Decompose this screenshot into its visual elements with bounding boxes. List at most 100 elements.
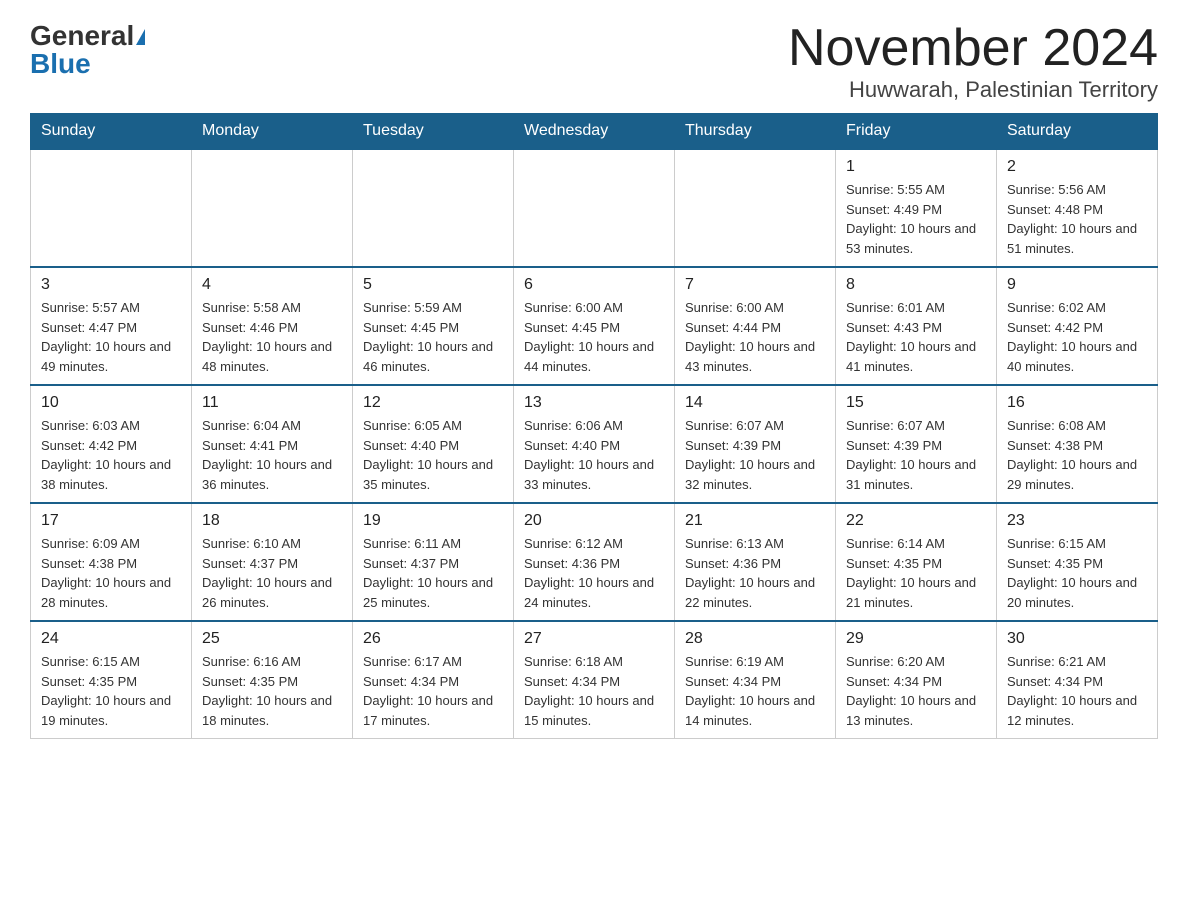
calendar-cell <box>514 149 675 267</box>
day-info: Sunrise: 5:56 AM Sunset: 4:48 PM Dayligh… <box>1007 180 1147 258</box>
calendar-cell: 30 Sunrise: 6:21 AM Sunset: 4:34 PM Dayli… <box>997 621 1158 739</box>
day-number: 7 <box>685 276 825 294</box>
day-info: Sunrise: 6:13 AM Sunset: 4:36 PM Dayligh… <box>685 534 825 612</box>
day-info: Sunrise: 6:15 AM Sunset: 4:35 PM Dayligh… <box>41 652 181 730</box>
calendar-cell <box>192 149 353 267</box>
calendar-cell: 11 Sunrise: 6:04 AM Sunset: 4:41 PM Dayli… <box>192 385 353 503</box>
day-info: Sunrise: 6:14 AM Sunset: 4:35 PM Dayligh… <box>846 534 986 612</box>
calendar-week-row: 10 Sunrise: 6:03 AM Sunset: 4:42 PM Dayli… <box>31 385 1158 503</box>
day-info: Sunrise: 6:07 AM Sunset: 4:39 PM Dayligh… <box>685 416 825 494</box>
calendar-table: SundayMondayTuesdayWednesdayThursdayFrid… <box>30 113 1158 739</box>
day-info: Sunrise: 6:03 AM Sunset: 4:42 PM Dayligh… <box>41 416 181 494</box>
calendar-cell: 13Sunrise: 6:06 AM Sunset: 4:40 PM Dayli… <box>514 385 675 503</box>
calendar-cell: 24 Sunrise: 6:15 AM Sunset: 4:35 PM Dayli… <box>31 621 192 739</box>
calendar-cell: 1 Sunrise: 5:55 AM Sunset: 4:49 PM Daylig… <box>836 149 997 267</box>
day-number: 3 <box>41 276 181 294</box>
calendar-day-header: Sunday <box>31 114 192 150</box>
day-info: Sunrise: 6:05 AM Sunset: 4:40 PM Dayligh… <box>363 416 503 494</box>
calendar-cell: 10 Sunrise: 6:03 AM Sunset: 4:42 PM Dayli… <box>31 385 192 503</box>
day-info: Sunrise: 6:04 AM Sunset: 4:41 PM Dayligh… <box>202 416 342 494</box>
day-info: Sunrise: 5:55 AM Sunset: 4:49 PM Dayligh… <box>846 180 986 258</box>
logo-triangle-icon <box>136 29 145 45</box>
day-number: 10 <box>41 394 181 412</box>
logo-blue-text: Blue <box>30 48 91 80</box>
day-info: Sunrise: 6:08 AM Sunset: 4:38 PM Dayligh… <box>1007 416 1147 494</box>
day-number: 1 <box>846 158 986 176</box>
calendar-cell: 20 Sunrise: 6:12 AM Sunset: 4:36 PM Dayli… <box>514 503 675 621</box>
calendar-cell: 7 Sunrise: 6:00 AM Sunset: 4:44 PM Daylig… <box>675 267 836 385</box>
calendar-day-header: Tuesday <box>353 114 514 150</box>
calendar-day-header: Wednesday <box>514 114 675 150</box>
day-info: Sunrise: 6:16 AM Sunset: 4:35 PM Dayligh… <box>202 652 342 730</box>
calendar-cell: 17 Sunrise: 6:09 AM Sunset: 4:38 PM Dayli… <box>31 503 192 621</box>
day-number: 26 <box>363 630 503 648</box>
calendar-day-header: Thursday <box>675 114 836 150</box>
calendar-week-row: 17 Sunrise: 6:09 AM Sunset: 4:38 PM Dayli… <box>31 503 1158 621</box>
day-info: Sunrise: 6:17 AM Sunset: 4:34 PM Dayligh… <box>363 652 503 730</box>
day-number: 20 <box>524 512 664 530</box>
day-info: Sunrise: 6:12 AM Sunset: 4:36 PM Dayligh… <box>524 534 664 612</box>
day-number: 28 <box>685 630 825 648</box>
calendar-cell: 8Sunrise: 6:01 AM Sunset: 4:43 PM Daylig… <box>836 267 997 385</box>
day-number: 12 <box>363 394 503 412</box>
day-number: 16 <box>1007 394 1147 412</box>
calendar-cell: 27 Sunrise: 6:18 AM Sunset: 4:34 PM Dayli… <box>514 621 675 739</box>
day-info: Sunrise: 6:18 AM Sunset: 4:34 PM Dayligh… <box>524 652 664 730</box>
calendar-cell: 22 Sunrise: 6:14 AM Sunset: 4:35 PM Dayli… <box>836 503 997 621</box>
day-number: 5 <box>363 276 503 294</box>
day-info: Sunrise: 6:15 AM Sunset: 4:35 PM Dayligh… <box>1007 534 1147 612</box>
day-number: 30 <box>1007 630 1147 648</box>
logo: General Blue <box>30 20 145 80</box>
day-number: 25 <box>202 630 342 648</box>
day-info: Sunrise: 6:10 AM Sunset: 4:37 PM Dayligh… <box>202 534 342 612</box>
calendar-header-row: SundayMondayTuesdayWednesdayThursdayFrid… <box>31 114 1158 150</box>
day-number: 24 <box>41 630 181 648</box>
calendar-week-row: 1 Sunrise: 5:55 AM Sunset: 4:49 PM Daylig… <box>31 149 1158 267</box>
day-number: 22 <box>846 512 986 530</box>
day-info: Sunrise: 6:09 AM Sunset: 4:38 PM Dayligh… <box>41 534 181 612</box>
day-number: 17 <box>41 512 181 530</box>
day-number: 29 <box>846 630 986 648</box>
page-title: November 2024 <box>788 20 1158 77</box>
calendar-cell <box>31 149 192 267</box>
calendar-cell: 25 Sunrise: 6:16 AM Sunset: 4:35 PM Dayli… <box>192 621 353 739</box>
day-number: 21 <box>685 512 825 530</box>
day-info: Sunrise: 6:07 AM Sunset: 4:39 PM Dayligh… <box>846 416 986 494</box>
calendar-cell: 6Sunrise: 6:00 AM Sunset: 4:45 PM Daylig… <box>514 267 675 385</box>
page-header: General Blue November 2024 Huwwarah, Pal… <box>30 20 1158 103</box>
day-number: 27 <box>524 630 664 648</box>
title-block: November 2024 Huwwarah, Palestinian Terr… <box>788 20 1158 103</box>
calendar-cell: 26 Sunrise: 6:17 AM Sunset: 4:34 PM Dayli… <box>353 621 514 739</box>
calendar-cell <box>675 149 836 267</box>
day-number: 11 <box>202 394 342 412</box>
day-number: 4 <box>202 276 342 294</box>
calendar-day-header: Friday <box>836 114 997 150</box>
day-info: Sunrise: 6:20 AM Sunset: 4:34 PM Dayligh… <box>846 652 986 730</box>
calendar-cell: 29 Sunrise: 6:20 AM Sunset: 4:34 PM Dayli… <box>836 621 997 739</box>
day-number: 19 <box>363 512 503 530</box>
calendar-cell: 21 Sunrise: 6:13 AM Sunset: 4:36 PM Dayli… <box>675 503 836 621</box>
day-number: 18 <box>202 512 342 530</box>
day-info: Sunrise: 5:57 AM Sunset: 4:47 PM Dayligh… <box>41 298 181 376</box>
calendar-cell <box>353 149 514 267</box>
calendar-day-header: Saturday <box>997 114 1158 150</box>
day-info: Sunrise: 6:06 AM Sunset: 4:40 PM Dayligh… <box>524 416 664 494</box>
day-number: 23 <box>1007 512 1147 530</box>
calendar-cell: 5 Sunrise: 5:59 AM Sunset: 4:45 PM Daylig… <box>353 267 514 385</box>
calendar-cell: 12 Sunrise: 6:05 AM Sunset: 4:40 PM Dayli… <box>353 385 514 503</box>
calendar-cell: 19Sunrise: 6:11 AM Sunset: 4:37 PM Dayli… <box>353 503 514 621</box>
day-number: 15 <box>846 394 986 412</box>
day-number: 2 <box>1007 158 1147 176</box>
calendar-day-header: Monday <box>192 114 353 150</box>
calendar-cell: 18 Sunrise: 6:10 AM Sunset: 4:37 PM Dayli… <box>192 503 353 621</box>
calendar-cell: 15 Sunrise: 6:07 AM Sunset: 4:39 PM Dayli… <box>836 385 997 503</box>
day-info: Sunrise: 5:58 AM Sunset: 4:46 PM Dayligh… <box>202 298 342 376</box>
day-info: Sunrise: 6:21 AM Sunset: 4:34 PM Dayligh… <box>1007 652 1147 730</box>
day-info: Sunrise: 6:00 AM Sunset: 4:44 PM Dayligh… <box>685 298 825 376</box>
calendar-week-row: 3 Sunrise: 5:57 AM Sunset: 4:47 PM Daylig… <box>31 267 1158 385</box>
day-number: 9 <box>1007 276 1147 294</box>
calendar-cell: 23 Sunrise: 6:15 AM Sunset: 4:35 PM Dayli… <box>997 503 1158 621</box>
calendar-cell: 3 Sunrise: 5:57 AM Sunset: 4:47 PM Daylig… <box>31 267 192 385</box>
calendar-cell: 4 Sunrise: 5:58 AM Sunset: 4:46 PM Daylig… <box>192 267 353 385</box>
day-info: Sunrise: 5:59 AM Sunset: 4:45 PM Dayligh… <box>363 298 503 376</box>
